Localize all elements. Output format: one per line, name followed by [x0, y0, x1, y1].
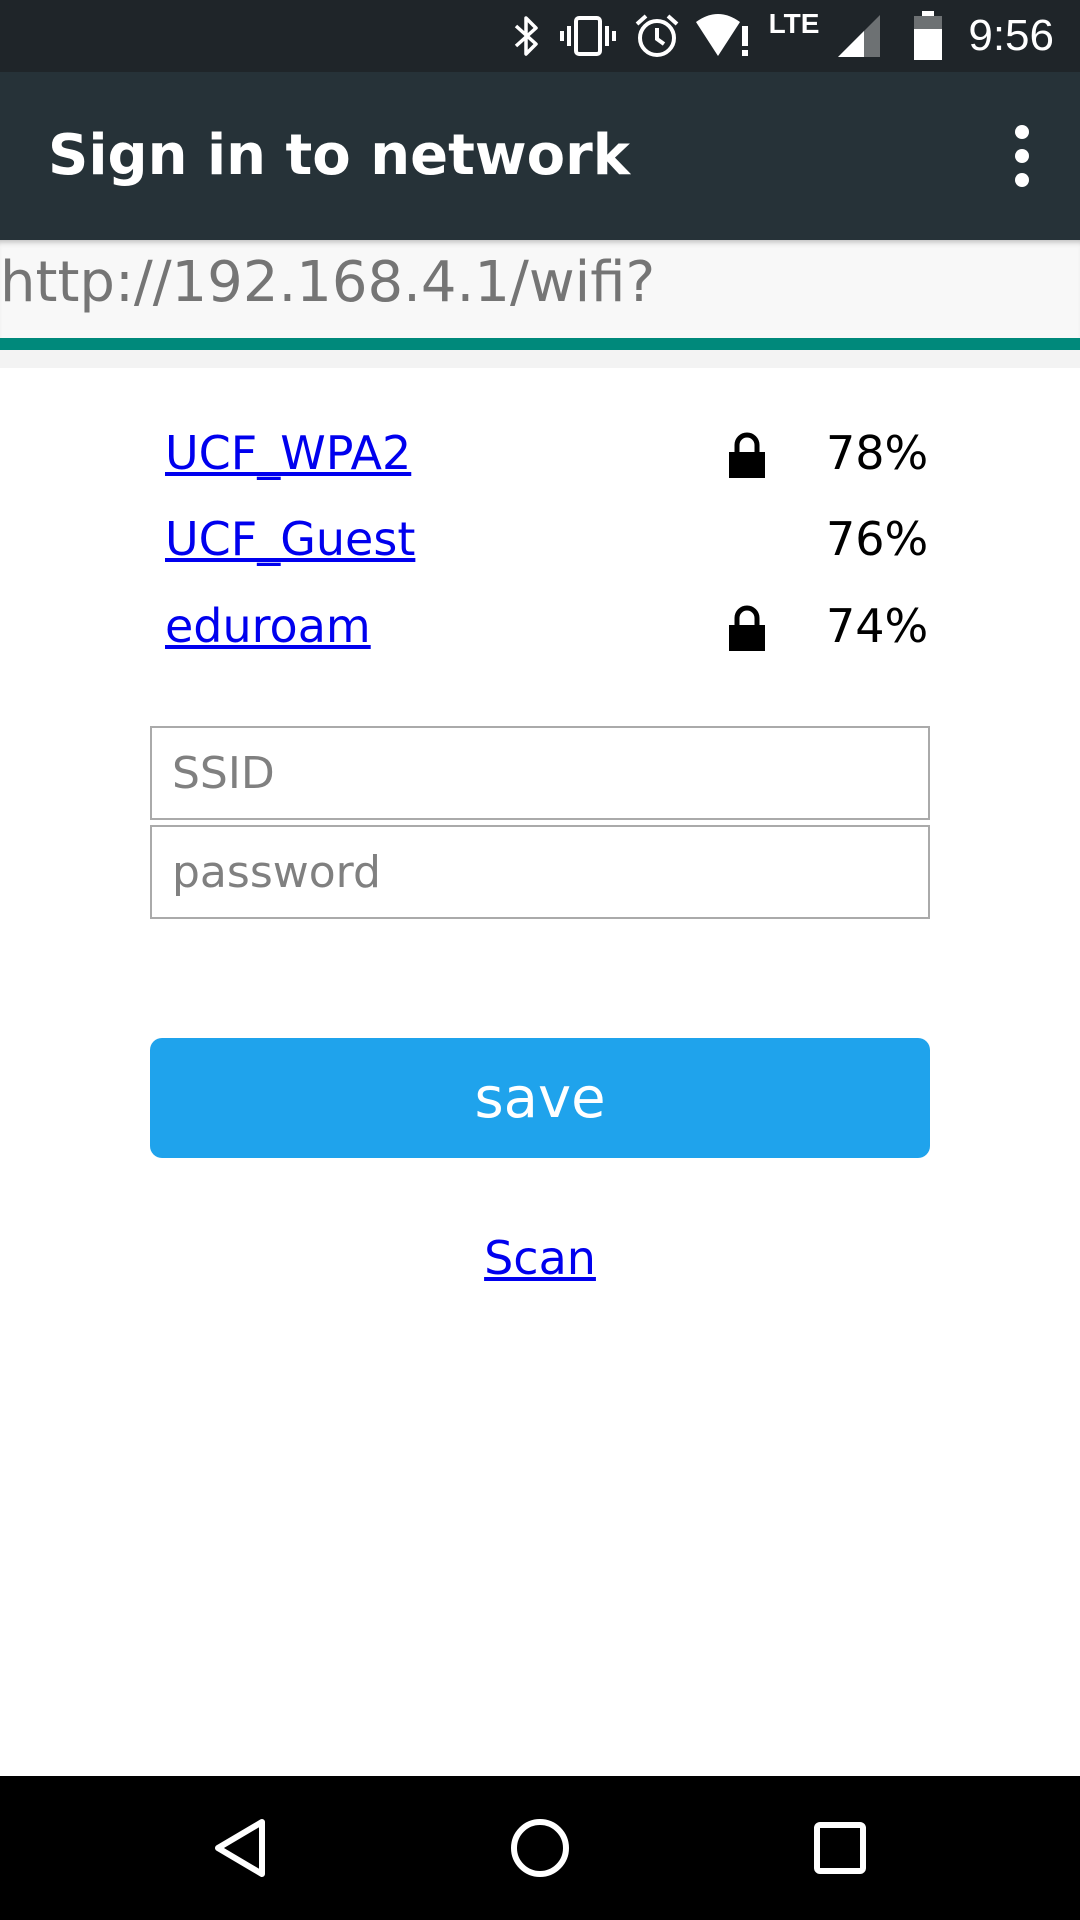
list-item: UCF_WPA2 78%: [0, 418, 1080, 488]
clock-time: 9:56: [968, 11, 1054, 60]
lock-icon: [729, 432, 765, 478]
menu-dot: [1015, 149, 1029, 163]
battery-icon: [908, 10, 948, 62]
list-item: UCF_Guest 76%: [0, 504, 1080, 574]
nav-bar: [0, 1776, 1080, 1920]
lock-icon: [729, 605, 765, 651]
alarm-icon: [632, 10, 682, 62]
save-button[interactable]: save: [150, 1038, 930, 1158]
page-title: Sign in to network: [48, 123, 630, 188]
more-vert-icon[interactable]: [986, 112, 1058, 200]
network-link[interactable]: UCF_WPA2: [165, 418, 411, 488]
cell-signal-icon: [834, 10, 884, 62]
scan-link[interactable]: Scan: [484, 1231, 596, 1285]
bluetooth-icon: [508, 10, 544, 62]
app-bar: Sign in to network: [0, 72, 1080, 240]
scan-row: Scan: [0, 1226, 1080, 1290]
signal-strength: 76%: [826, 512, 929, 566]
wifi-no-internet-icon: [694, 10, 754, 62]
url-bar: http://192.168.4.1/wifi?: [0, 240, 1080, 340]
url-text: http://192.168.4.1/wifi?: [0, 250, 656, 315]
network-link[interactable]: eduroam: [165, 591, 371, 661]
home-circle-icon[interactable]: [490, 1798, 590, 1898]
recents-square-icon[interactable]: [790, 1798, 890, 1898]
status-bar: LTE 9:56: [0, 0, 1080, 72]
signal-strength: 74%: [826, 599, 929, 653]
back-triangle-icon[interactable]: [190, 1798, 290, 1898]
network-link[interactable]: UCF_Guest: [165, 504, 415, 574]
ssid-field[interactable]: [150, 726, 930, 820]
vibrate-icon: [558, 10, 618, 62]
lte-label: LTE: [768, 8, 820, 39]
page-load-progress: [0, 338, 1080, 350]
divider: [0, 350, 1080, 368]
password-field[interactable]: [150, 825, 930, 919]
menu-dot: [1015, 173, 1029, 187]
menu-dot: [1015, 125, 1029, 139]
signal-strength: 78%: [826, 426, 929, 480]
list-item: eduroam 74%: [0, 591, 1080, 661]
